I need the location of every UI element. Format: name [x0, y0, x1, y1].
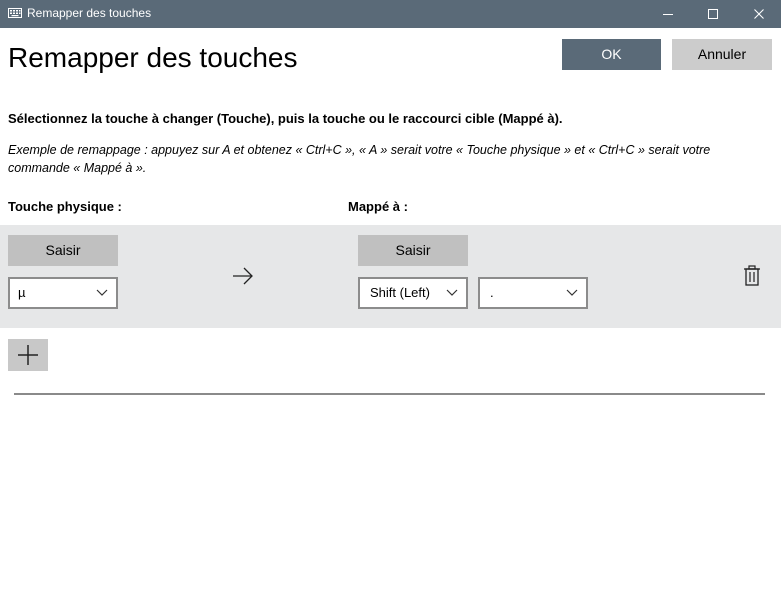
instructions-text: Sélectionnez la touche à changer (Touche…	[8, 111, 563, 126]
cancel-button[interactable]: Annuler	[672, 39, 772, 70]
chevron-down-icon	[566, 289, 578, 296]
minimize-button[interactable]	[645, 0, 691, 28]
keyboard-icon	[8, 8, 22, 18]
example-text: Exemple de remappage : appuyez sur A et …	[8, 143, 711, 175]
close-icon	[754, 9, 764, 19]
page-title: Remapper des touches	[8, 42, 298, 73]
physical-key-header: Touche physique :	[8, 199, 122, 214]
title-bar: Remapper des touches	[0, 0, 781, 28]
divider	[14, 393, 765, 395]
ok-button[interactable]: OK	[562, 39, 661, 70]
mapped-to-header: Mappé à :	[348, 199, 408, 214]
chevron-down-icon	[96, 289, 108, 296]
minimize-icon	[663, 14, 673, 15]
add-mapping-button[interactable]	[8, 339, 48, 371]
physical-key-value: µ	[18, 285, 26, 300]
maximize-icon	[708, 9, 718, 19]
close-button[interactable]	[736, 0, 781, 28]
capture-mapped-button[interactable]: Saisir	[358, 235, 468, 266]
chevron-down-icon	[446, 289, 458, 296]
capture-physical-button[interactable]: Saisir	[8, 235, 118, 266]
mapping-row: Saisir µ Saisir Shift (Left) .	[0, 225, 781, 328]
arrow-right-icon	[233, 267, 253, 285]
mapped-key-dropdown[interactable]: .	[478, 277, 588, 309]
physical-key-dropdown[interactable]: µ	[8, 277, 118, 309]
trash-icon[interactable]	[742, 265, 762, 287]
mapped-modifier-value: Shift (Left)	[370, 285, 430, 300]
maximize-button[interactable]	[690, 0, 736, 28]
plus-icon	[18, 345, 38, 365]
mapped-key-value: .	[490, 285, 494, 300]
window-title: Remapper des touches	[27, 6, 152, 20]
mapped-modifier-dropdown[interactable]: Shift (Left)	[358, 277, 468, 309]
